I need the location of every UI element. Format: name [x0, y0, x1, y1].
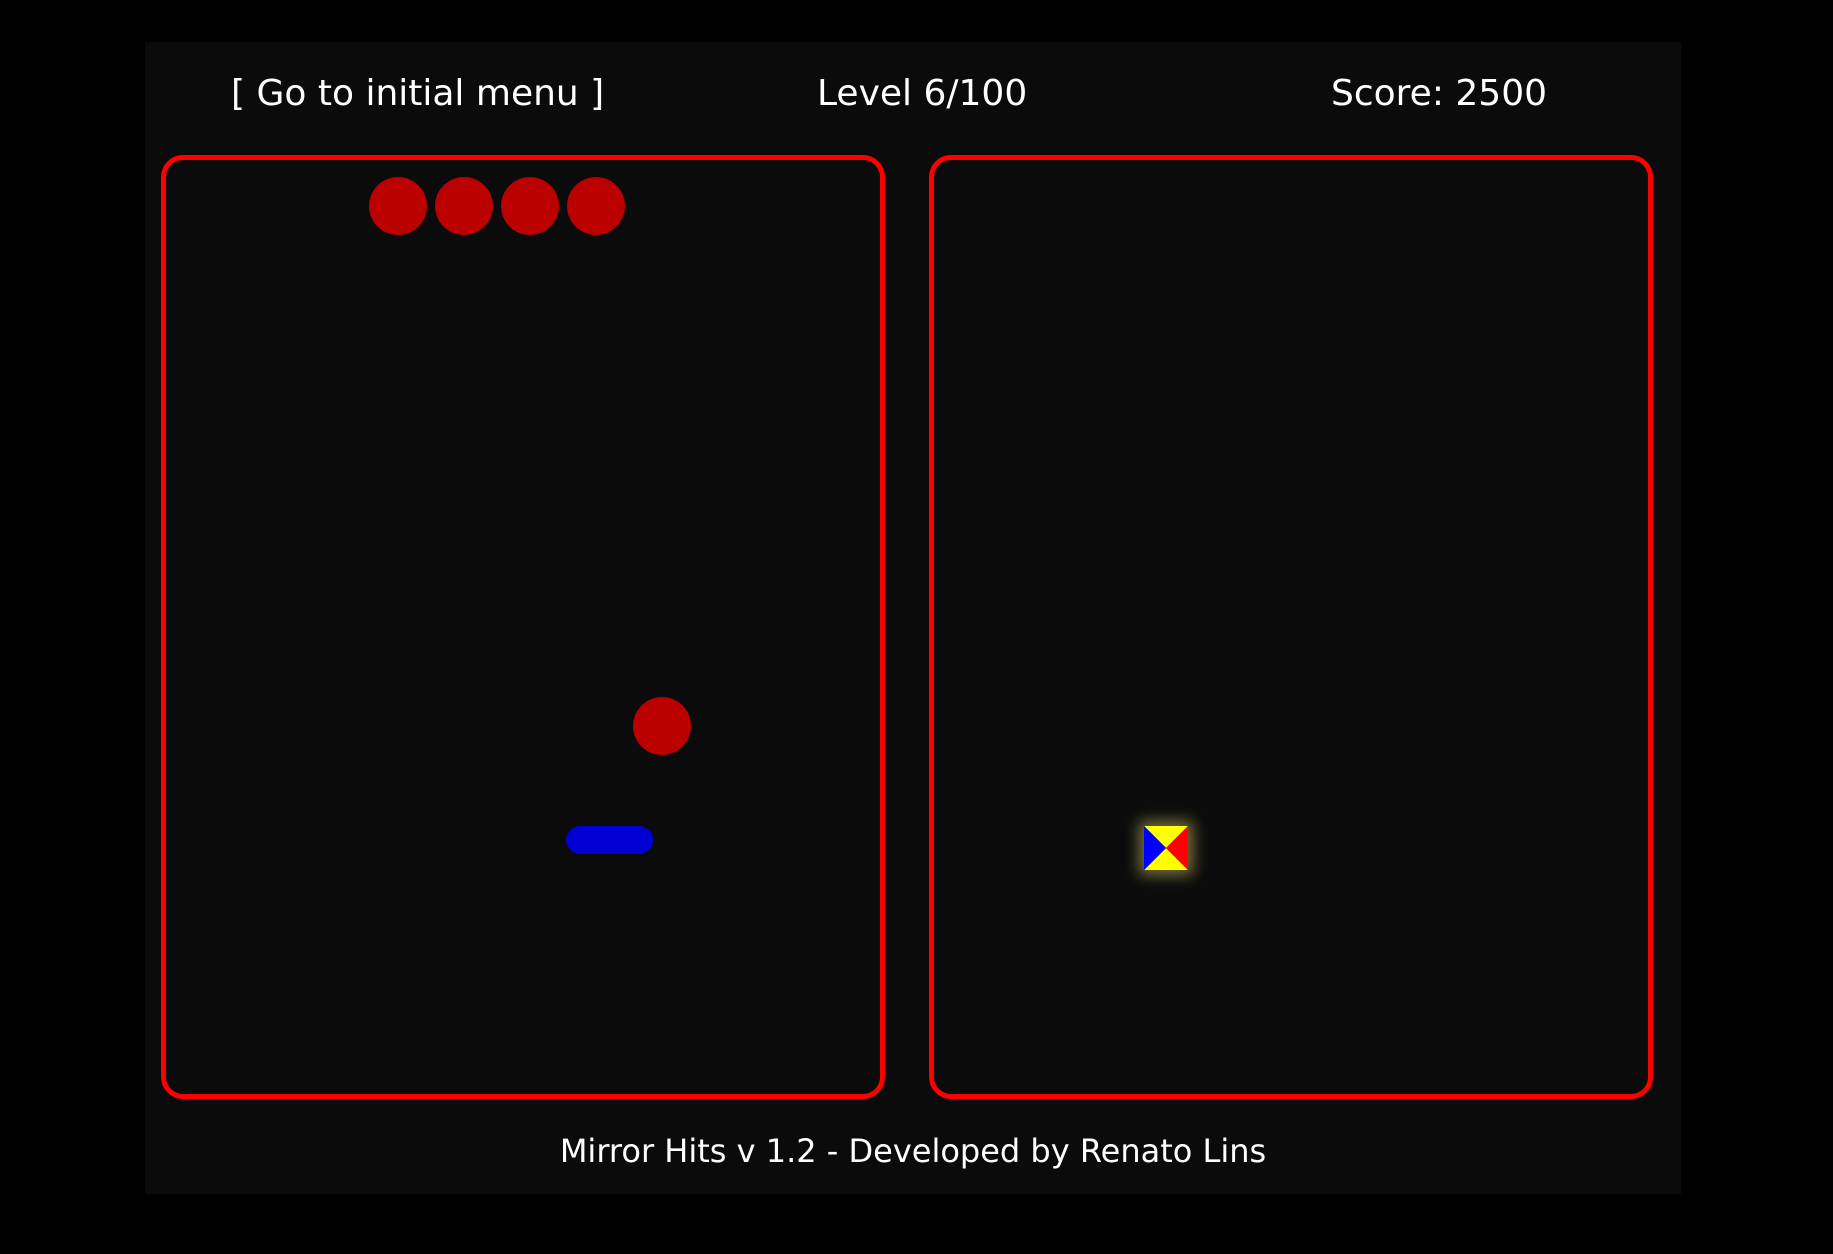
target-ball — [501, 177, 559, 235]
footer-credit: Mirror Hits v 1.2 - Developed by Renato … — [559, 1132, 1267, 1170]
score-display: Score: 2500 — [1331, 73, 1548, 114]
level-indicator: Level 6/100 — [817, 73, 1028, 114]
target-ball — [567, 177, 625, 235]
moving-ball — [633, 697, 691, 755]
player-paddle[interactable] — [566, 826, 653, 854]
go-to-initial-menu-link[interactable]: [ Go to initial menu ] — [231, 70, 604, 118]
right-mirror-field[interactable] — [929, 155, 1653, 1099]
target-ball — [369, 177, 427, 235]
game-container: [ Go to initial menu ] Level 6/100 Score… — [145, 42, 1681, 1194]
target-ball — [435, 177, 493, 235]
mirror-block-icon[interactable] — [1144, 826, 1188, 870]
left-play-field[interactable] — [161, 155, 885, 1099]
